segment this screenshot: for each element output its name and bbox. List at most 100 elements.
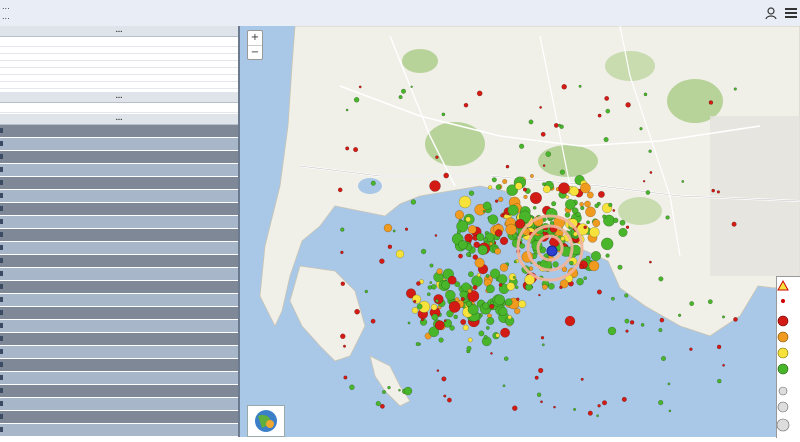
earthquake-marker[interactable] <box>617 264 623 270</box>
earthquake-marker[interactable] <box>551 201 557 207</box>
app-subtitle[interactable]: ... <box>2 12 10 21</box>
event-row[interactable] <box>0 151 238 163</box>
earthquake-marker[interactable] <box>518 143 525 149</box>
earthquake-marker[interactable] <box>600 237 614 251</box>
earthquake-marker[interactable] <box>711 188 716 193</box>
earthquake-marker[interactable] <box>468 240 472 244</box>
earthquake-marker[interactable] <box>553 122 559 128</box>
earthquake-marker[interactable] <box>639 127 643 131</box>
earthquake-marker[interactable] <box>483 334 488 339</box>
earthquake-marker[interactable] <box>677 313 682 317</box>
earthquake-marker[interactable] <box>420 318 424 322</box>
earthquake-marker[interactable] <box>354 308 360 315</box>
earthquake-marker[interactable] <box>536 392 542 397</box>
earthquake-marker[interactable] <box>597 404 601 408</box>
earthquake-marker[interactable] <box>733 87 737 91</box>
earthquake-marker[interactable] <box>494 247 502 255</box>
earthquake-marker[interactable] <box>445 290 456 301</box>
earthquake-marker[interactable] <box>596 414 600 418</box>
earthquake-marker[interactable] <box>435 299 439 303</box>
earthquake-marker[interactable] <box>578 84 582 88</box>
earthquake-marker[interactable] <box>716 344 722 350</box>
earthquake-marker[interactable] <box>443 319 447 322</box>
earthquake-marker[interactable] <box>379 403 385 409</box>
event-row[interactable] <box>0 138 238 150</box>
event-row[interactable] <box>0 164 238 176</box>
earthquake-marker[interactable] <box>478 330 485 337</box>
earthquake-marker[interactable] <box>559 169 566 175</box>
earthquake-marker[interactable] <box>487 214 499 225</box>
earthquake-marker[interactable] <box>413 299 417 304</box>
event-row[interactable] <box>0 242 238 254</box>
earthquake-marker[interactable] <box>689 301 695 307</box>
event-row[interactable] <box>0 346 238 358</box>
earthquake-marker[interactable] <box>561 84 567 90</box>
earthquake-marker[interactable] <box>583 225 588 230</box>
earthquake-marker[interactable] <box>468 190 475 196</box>
earthquake-marker[interactable] <box>603 137 609 143</box>
earthquake-marker[interactable] <box>542 185 551 194</box>
earthquake-marker[interactable] <box>443 172 450 179</box>
earthquake-marker[interactable] <box>560 236 566 242</box>
earthquake-marker[interactable] <box>569 186 580 197</box>
earthquake-marker[interactable] <box>485 325 490 330</box>
earthquake-marker[interactable] <box>430 283 437 290</box>
earthquake-marker[interactable] <box>564 212 571 218</box>
earthquake-marker[interactable] <box>538 293 541 297</box>
earthquake-marker[interactable] <box>514 285 519 290</box>
event-row[interactable] <box>0 190 238 202</box>
section-header-list[interactable]: ... <box>0 114 238 125</box>
event-row[interactable] <box>0 281 238 293</box>
earthquake-marker[interactable] <box>516 297 520 301</box>
event-row[interactable] <box>0 294 238 306</box>
earthquake-marker[interactable] <box>404 227 409 231</box>
earthquake-marker[interactable] <box>532 205 537 210</box>
earthquake-marker[interactable] <box>649 171 653 174</box>
earthquake-marker[interactable] <box>340 227 345 232</box>
earthquake-marker[interactable] <box>495 333 500 338</box>
earthquake-marker[interactable] <box>569 260 574 266</box>
earthquake-marker[interactable] <box>564 315 576 327</box>
earthquake-marker[interactable] <box>585 206 596 218</box>
earthquake-marker[interactable] <box>625 225 630 229</box>
earthquake-marker[interactable] <box>621 396 627 402</box>
earthquake-marker[interactable] <box>387 244 393 250</box>
earthquake-marker[interactable] <box>497 274 508 285</box>
earthquake-marker[interactable] <box>443 394 447 398</box>
earthquake-marker[interactable] <box>472 254 479 260</box>
earthquake-marker[interactable] <box>456 229 461 235</box>
earthquake-marker[interactable] <box>458 253 463 259</box>
earthquake-marker[interactable] <box>462 324 469 331</box>
earthquake-marker[interactable] <box>579 264 584 270</box>
earthquake-marker[interactable] <box>340 281 346 286</box>
earthquake-marker[interactable] <box>487 185 493 190</box>
earthquake-marker[interactable] <box>523 194 528 200</box>
earthquake-marker[interactable] <box>441 112 446 117</box>
earthquake-marker[interactable] <box>541 284 548 290</box>
earthquake-marker[interactable] <box>506 282 516 291</box>
earthquake-marker[interactable] <box>502 178 508 185</box>
earthquake-marker[interactable] <box>491 177 497 183</box>
earthquake-marker[interactable] <box>499 263 509 272</box>
earthquake-marker[interactable] <box>540 335 545 340</box>
earthquake-marker[interactable] <box>717 378 722 384</box>
earthquake-marker[interactable] <box>370 318 376 324</box>
earthquake-marker[interactable] <box>429 180 441 192</box>
earthquake-marker[interactable] <box>659 317 665 323</box>
earthquake-marker[interactable] <box>518 300 527 309</box>
earthquake-marker[interactable] <box>681 180 685 183</box>
menu-icon[interactable] <box>784 6 798 20</box>
earthquake-marker[interactable] <box>345 146 350 151</box>
earthquake-marker[interactable] <box>665 215 670 220</box>
event-row[interactable] <box>0 216 238 228</box>
earthquake-marker[interactable] <box>345 108 349 112</box>
earthquake-marker[interactable] <box>601 400 608 406</box>
earthquake-marker[interactable] <box>498 282 503 287</box>
earthquake-marker[interactable] <box>689 347 693 351</box>
earthquake-marker[interactable] <box>436 369 440 372</box>
earthquake-marker[interactable] <box>586 220 591 225</box>
earthquake-marker[interactable] <box>494 199 499 203</box>
event-row[interactable] <box>0 385 238 397</box>
event-row[interactable] <box>0 411 238 423</box>
earthquake-marker[interactable] <box>467 288 472 294</box>
